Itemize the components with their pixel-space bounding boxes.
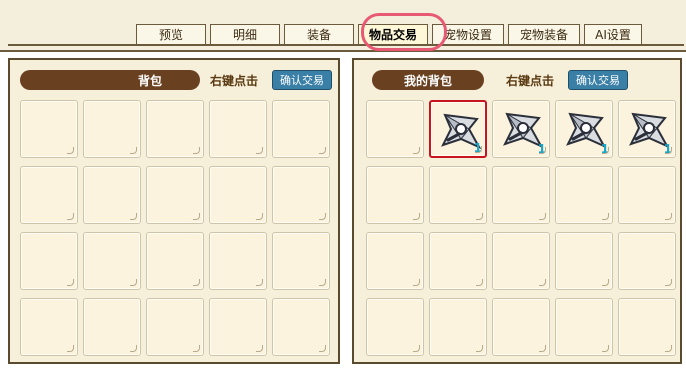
item-quantity: 1 [473, 141, 482, 155]
inventory-slot[interactable] [20, 166, 78, 224]
tab-details[interactable]: 明细 [210, 24, 280, 44]
tab-strip: 预览 明细 装备 物品交易 宠物设置 宠物装备 AI设置 [136, 22, 642, 46]
inventory-slot[interactable]: 1 [618, 100, 676, 158]
inventory-slot[interactable] [272, 100, 330, 158]
inventory-slot[interactable] [209, 166, 267, 224]
inventory-slot[interactable] [272, 166, 330, 224]
my-backpack-grid: 1 1 1 1 [366, 100, 676, 356]
tab-item-trade[interactable]: 物品交易 [358, 24, 428, 44]
inventory-slot[interactable] [209, 298, 267, 356]
inventory-slot[interactable] [366, 166, 424, 224]
inventory-slot[interactable] [555, 166, 613, 224]
inventory-slot[interactable] [209, 232, 267, 290]
other-backpack-panel: 背包 右键点击 确认交易 [8, 58, 340, 364]
inventory-slot[interactable] [272, 298, 330, 356]
inventory-slot[interactable] [618, 232, 676, 290]
inventory-slot[interactable] [146, 166, 204, 224]
panel-title: 背包 [20, 70, 200, 90]
confirm-trade-button[interactable]: 确认交易 [568, 70, 628, 90]
panel-title: 我的背包 [372, 70, 484, 90]
inventory-slot[interactable] [146, 298, 204, 356]
inventory-slot[interactable] [20, 232, 78, 290]
inventory-slot[interactable] [20, 298, 78, 356]
tab-equipment[interactable]: 装备 [284, 24, 354, 44]
panel-title-text: 背包 [137, 73, 162, 88]
inventory-slot[interactable] [366, 100, 424, 158]
item-quantity: 1 [537, 142, 546, 156]
tab-preview[interactable]: 预览 [136, 24, 206, 44]
right-click-hint: 右键点击 [506, 74, 555, 88]
inventory-slot[interactable] [146, 232, 204, 290]
inventory-slot[interactable] [209, 100, 267, 158]
inventory-slot[interactable] [366, 232, 424, 290]
inventory-slot[interactable] [429, 298, 487, 356]
inventory-slot[interactable] [618, 166, 676, 224]
panel-title-text: 我的背包 [403, 73, 452, 88]
inventory-slot[interactable] [555, 298, 613, 356]
inventory-slot[interactable] [366, 298, 424, 356]
item-quantity: 1 [600, 142, 609, 156]
my-backpack-panel: 我的背包 右键点击 确认交易 1 1 1 1 [352, 58, 682, 364]
tab-pet-equipment[interactable]: 宠物装备 [508, 24, 580, 44]
inventory-slot[interactable] [492, 166, 550, 224]
inventory-slot[interactable] [83, 166, 141, 224]
inventory-slot[interactable] [83, 100, 141, 158]
inventory-slot[interactable] [618, 298, 676, 356]
tab-divider [8, 44, 684, 46]
inventory-slot[interactable] [555, 232, 613, 290]
inventory-slot[interactable] [83, 298, 141, 356]
inventory-slot[interactable] [146, 100, 204, 158]
tab-pet-settings[interactable]: 宠物设置 [432, 24, 504, 44]
inventory-slot-selected[interactable]: 1 [429, 100, 487, 158]
inventory-slot[interactable] [429, 166, 487, 224]
item-quantity: 1 [663, 142, 672, 156]
trade-window: 预览 明细 装备 物品交易 宠物设置 宠物装备 AI设置 背包 右键点击 确认交… [0, 0, 686, 368]
tab-bar: 预览 明细 装备 物品交易 宠物设置 宠物装备 AI设置 [0, 0, 686, 52]
inventory-slot[interactable] [20, 100, 78, 158]
inventory-slot[interactable] [492, 232, 550, 290]
tab-ai-settings[interactable]: AI设置 [584, 24, 642, 44]
inventory-slot[interactable]: 1 [492, 100, 550, 158]
inventory-slot[interactable] [492, 298, 550, 356]
inventory-slot[interactable] [272, 232, 330, 290]
inventory-slot[interactable] [429, 232, 487, 290]
backpack-grid [20, 100, 330, 356]
inventory-slot[interactable]: 1 [555, 100, 613, 158]
inventory-slot[interactable] [83, 232, 141, 290]
right-click-hint: 右键点击 [210, 74, 259, 88]
confirm-trade-button[interactable]: 确认交易 [272, 70, 332, 90]
